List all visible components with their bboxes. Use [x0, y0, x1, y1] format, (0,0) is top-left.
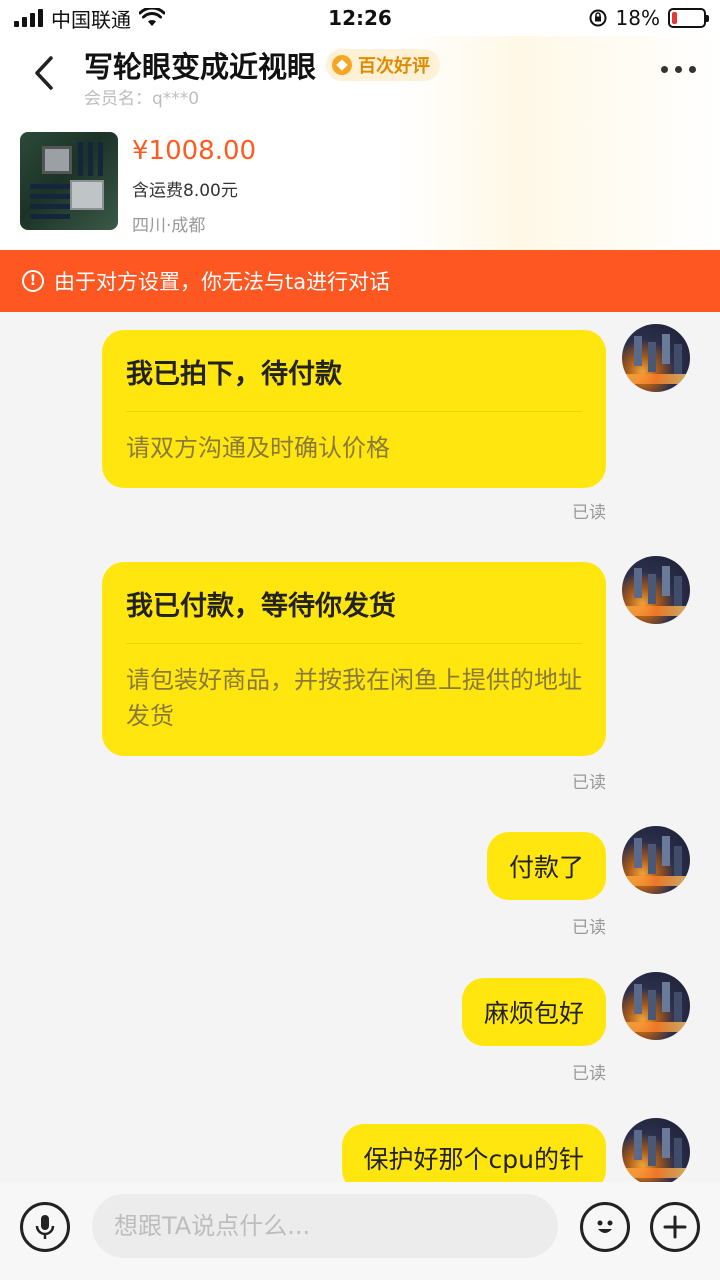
signal-icon	[14, 9, 43, 27]
product-card[interactable]: ¥1008.00 含运费8.00元 四川·成都	[20, 132, 256, 236]
avatar[interactable]	[622, 826, 690, 894]
battery-icon	[668, 8, 709, 28]
status-left: 中国联通	[14, 4, 165, 33]
product-info: ¥1008.00 含运费8.00元 四川·成都	[132, 132, 256, 236]
order-card[interactable]: 我已拍下，待付款 请双方沟通及时确认价格	[102, 330, 606, 488]
read-status: 已读	[572, 773, 606, 793]
page-title: 写轮眼变成近视眼	[84, 50, 317, 84]
card-body: 请双方沟通及时确认价格	[126, 434, 390, 462]
avatar[interactable]	[622, 556, 690, 624]
title-row: 写轮眼变成近视眼 百次好评	[84, 44, 441, 86]
battery-percent: 18%	[615, 6, 660, 30]
product-location: 四川·成都	[132, 216, 206, 236]
avatar[interactable]	[622, 324, 690, 392]
alert-text: 由于对方设置，你无法与ta进行对话	[54, 270, 391, 294]
read-status: 已读	[572, 1064, 606, 1084]
message-bubble[interactable]: 付款了	[486, 832, 606, 900]
badge-icon	[332, 55, 353, 75]
voice-button[interactable]	[20, 1202, 70, 1252]
badge-label: 百次好评	[358, 56, 431, 77]
more-dots-icon[interactable]	[661, 66, 696, 73]
message-text: 付款了	[508, 853, 584, 882]
product-price: ¥1008.00	[132, 136, 257, 166]
rating-badge: 百次好评	[326, 49, 441, 81]
message-text: 保护好那个cpu的针	[363, 1145, 584, 1174]
status-bar: 中国联通 12:26 18%	[0, 0, 720, 36]
message-text: 麻烦包好	[483, 999, 584, 1028]
member-name: 会员名：q***0	[84, 89, 200, 109]
product-image[interactable]	[20, 132, 118, 230]
message-bubble[interactable]: 保护好那个cpu的针	[341, 1124, 606, 1182]
avatar[interactable]	[622, 972, 690, 1040]
chat-list[interactable]: 我已拍下，待付款 请双方沟通及时确认价格 已读 我已付款，等待你发货 请包装好商…	[0, 312, 720, 1182]
card-title: 我已付款，等待你发货	[126, 562, 582, 644]
battery-fill	[672, 12, 678, 24]
read-status: 已读	[572, 503, 606, 523]
card-title: 我已拍下，待付款	[126, 330, 582, 412]
microphone-icon	[35, 1215, 55, 1239]
wifi-icon	[139, 8, 165, 26]
chat-header: 写轮眼变成近视眼 百次好评 会员名：q***0 ¥1008.00 含运费8.00…	[0, 36, 720, 250]
plus-icon	[663, 1215, 687, 1239]
smiley-icon	[597, 1220, 613, 1233]
carrier-name: 中国联通	[51, 7, 131, 32]
message-input[interactable]	[92, 1194, 558, 1258]
plus-button[interactable]	[650, 1202, 700, 1252]
chevron-left-icon	[35, 56, 53, 90]
product-shipping: 含运费8.00元	[132, 181, 238, 201]
rotation-lock-icon	[589, 9, 607, 27]
back-button[interactable]	[24, 50, 64, 96]
read-status: 已读	[572, 918, 606, 938]
input-bar	[0, 1182, 720, 1280]
alert-banner: ! 由于对方设置，你无法与ta进行对话	[0, 250, 720, 312]
emoji-button[interactable]	[580, 1202, 630, 1252]
order-card[interactable]: 我已付款，等待你发货 请包装好商品，并按我在闲鱼上提供的地址发货	[102, 562, 606, 756]
status-right: 18%	[588, 6, 709, 30]
exclamation-circle-icon: !	[22, 270, 44, 292]
card-body: 请包装好商品，并按我在闲鱼上提供的地址发货	[126, 666, 582, 730]
message-bubble[interactable]: 麻烦包好	[461, 978, 606, 1046]
avatar[interactable]	[622, 1118, 690, 1182]
